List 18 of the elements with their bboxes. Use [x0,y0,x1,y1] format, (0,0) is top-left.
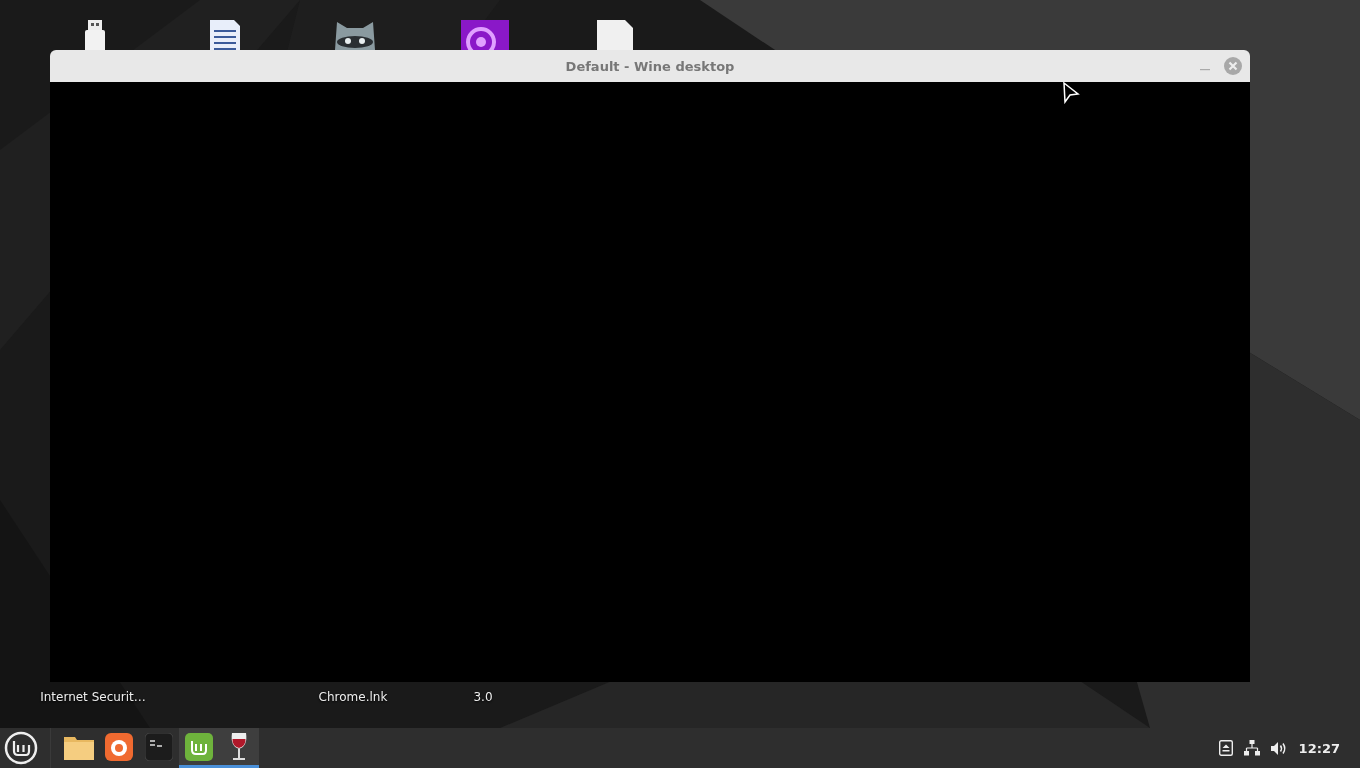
menu-button[interactable] [4,731,38,765]
mint-logo-icon [185,732,213,761]
eject-icon[interactable] [1218,740,1233,756]
media-player-icon[interactable] [461,20,509,50]
raccoon-icon[interactable] [333,20,377,50]
taskbar-button[interactable] [219,728,259,768]
network-icon[interactable] [1243,740,1260,756]
taskbar-button[interactable] [179,728,219,768]
desktop-icon-label[interactable]: Chrome.lnk [318,689,388,705]
wine-glass-icon [229,731,249,762]
terminal-icon [145,732,173,761]
desktop-icon-label[interactable]: Internet Securit… [40,689,146,705]
window-title: Default - Wine desktop [565,58,735,74]
desktop-icon-label[interactable]: 3.0 [473,689,493,705]
mouse-pointer-icon [1062,82,1080,104]
browser-icon [105,732,133,761]
clock[interactable]: 12:27 [1298,740,1340,756]
volume-icon[interactable] [1270,740,1288,756]
